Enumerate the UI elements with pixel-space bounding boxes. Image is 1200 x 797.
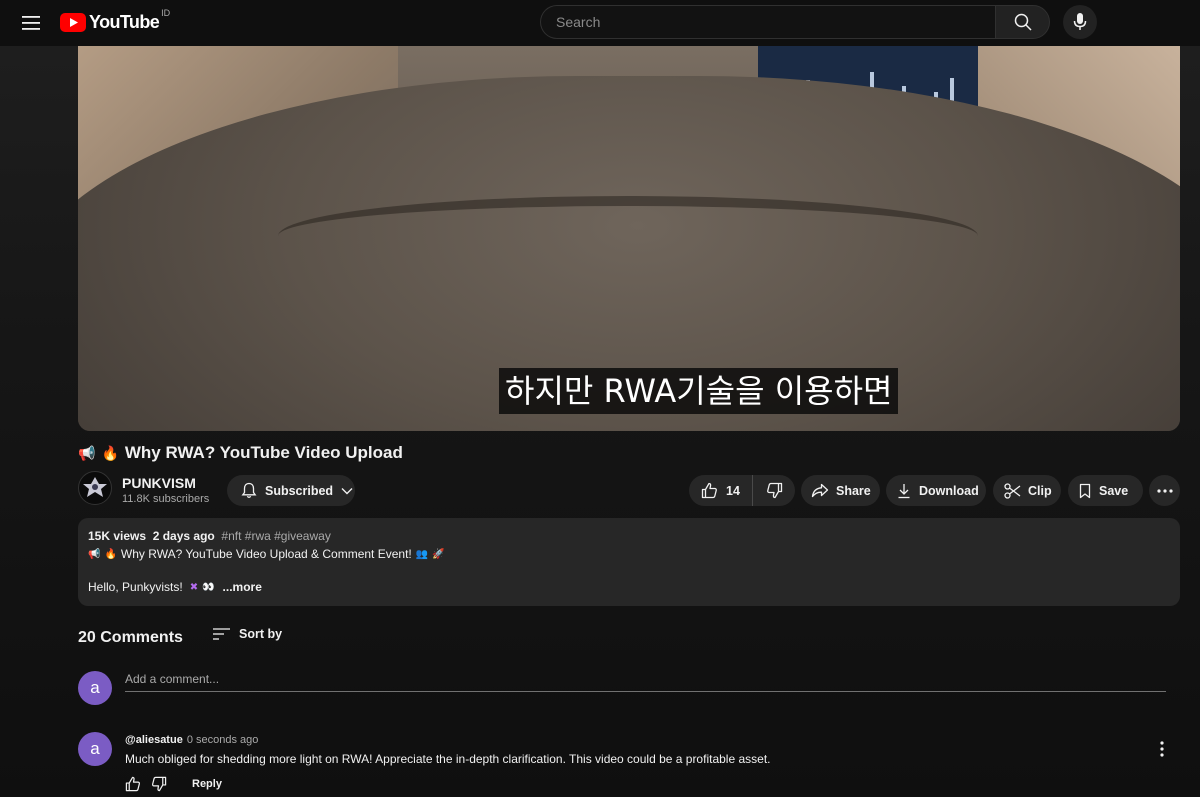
more-horizontal-icon — [1156, 488, 1173, 493]
comment-author-avatar[interactable]: a — [78, 732, 112, 766]
top-bar: YouTube ID — [0, 0, 1200, 46]
hashtags[interactable]: #nft #rwa #giveaway — [221, 529, 330, 543]
rocket-icon: 🚀 — [432, 548, 445, 560]
sort-icon — [213, 628, 230, 640]
search-button[interactable] — [995, 5, 1050, 39]
thumbs-up-icon — [125, 776, 140, 792]
save-label: Save — [1099, 483, 1129, 498]
comment-timestamp[interactable]: 0 seconds ago — [187, 734, 259, 746]
view-count: 15K views — [88, 529, 147, 543]
search-icon — [1014, 13, 1032, 31]
fire-icon: 🔥 — [104, 548, 117, 560]
dislike-button[interactable] — [753, 475, 795, 506]
youtube-play-icon — [60, 12, 86, 32]
search-box — [540, 5, 996, 39]
user-avatar[interactable]: a — [78, 671, 112, 705]
subscribed-button[interactable]: Subscribed — [227, 475, 355, 506]
description-box[interactable]: 15K views 2 days ago #nft #rwa #giveaway… — [78, 518, 1180, 606]
subscriber-count: 11.8K subscribers — [122, 493, 210, 505]
chevron-down-icon — [341, 487, 353, 494]
comment-reply-button[interactable]: Reply — [192, 778, 222, 790]
megaphone-icon: 📢 — [88, 548, 101, 560]
video-frame-collar — [278, 196, 978, 276]
add-comment-input[interactable] — [125, 672, 1166, 686]
bookmark-icon — [1079, 483, 1091, 498]
description-line-1: 📢 🔥 Why RWA? YouTube Video Upload & Comm… — [88, 547, 1170, 561]
like-dislike-group: 14 — [689, 475, 795, 506]
share-icon — [811, 483, 829, 498]
description-more-link[interactable]: ...more — [223, 580, 262, 594]
like-button[interactable]: 14 — [689, 475, 753, 506]
people-icon: 👥 — [415, 548, 429, 560]
sort-by-label: Sort by — [239, 627, 283, 641]
clip-label: Clip — [1028, 483, 1052, 498]
comment-like-button[interactable] — [125, 776, 141, 792]
comment-menu-button[interactable] — [1152, 739, 1172, 759]
video-player[interactable]: 하지만 RWA기술을 이용하면 — [78, 46, 1180, 431]
description-line-2-text: Hello, Punkyvists! — [88, 580, 183, 594]
more-vertical-icon — [1160, 741, 1164, 757]
fire-icon: 🔥 — [101, 444, 119, 461]
eyes-icon: 👀 — [202, 581, 215, 593]
megaphone-icon: 📢 — [78, 444, 96, 461]
comments-count: 20 Comments — [78, 629, 183, 646]
more-actions-button[interactable] — [1149, 475, 1180, 506]
comment-author: @aliesatue 0 seconds ago — [125, 734, 258, 746]
channel-name[interactable]: PUNKVISM — [122, 475, 196, 491]
scissors-icon — [1004, 482, 1021, 499]
comment-author-name[interactable]: @aliesatue — [125, 734, 183, 746]
comment-dislike-button[interactable] — [151, 776, 167, 792]
comment-actions: Reply — [125, 776, 222, 792]
add-comment-box — [125, 670, 1166, 692]
search-input[interactable] — [554, 13, 996, 31]
country-code: ID — [161, 8, 171, 18]
video-title: 📢 🔥 Why RWA? YouTube Video Upload — [78, 443, 403, 463]
description-meta: 15K views 2 days ago #nft #rwa #giveaway — [88, 529, 1170, 543]
menu-icon[interactable] — [14, 6, 48, 40]
channel-avatar[interactable] — [78, 471, 112, 505]
sparkle-icon: ✖ — [189, 581, 199, 593]
download-button[interactable]: Download — [886, 475, 986, 506]
thumbs-down-icon — [152, 776, 167, 792]
download-icon — [898, 483, 910, 498]
share-label: Share — [836, 483, 871, 498]
video-subtitle: 하지만 RWA기술을 이용하면 — [499, 368, 899, 414]
share-button[interactable]: Share — [801, 475, 880, 506]
download-label: Download — [919, 483, 979, 498]
thumbs-down-icon — [766, 482, 782, 499]
comment-text: Much obliged for shedding more light on … — [125, 752, 771, 766]
bell-icon — [241, 482, 257, 498]
upload-date: 2 days ago — [152, 529, 215, 543]
thumbs-up-icon — [701, 482, 717, 499]
microphone-icon — [1073, 13, 1087, 30]
description-line-1-text: Why RWA? YouTube Video Upload & Comment … — [120, 547, 412, 561]
clip-button[interactable]: Clip — [993, 475, 1061, 506]
description-line-2: Hello, Punkyvists! ✖ 👀 ...more — [88, 580, 1170, 594]
sort-by-button[interactable]: Sort by — [213, 627, 282, 641]
like-count: 14 — [726, 483, 740, 498]
save-button[interactable]: Save — [1068, 475, 1143, 506]
subscribed-label: Subscribed — [265, 483, 334, 498]
youtube-logo[interactable]: YouTube ID — [60, 8, 170, 32]
video-title-text: Why RWA? YouTube Video Upload — [124, 443, 403, 462]
voice-search-button[interactable] — [1063, 5, 1097, 39]
logo-text: YouTube — [89, 11, 160, 32]
